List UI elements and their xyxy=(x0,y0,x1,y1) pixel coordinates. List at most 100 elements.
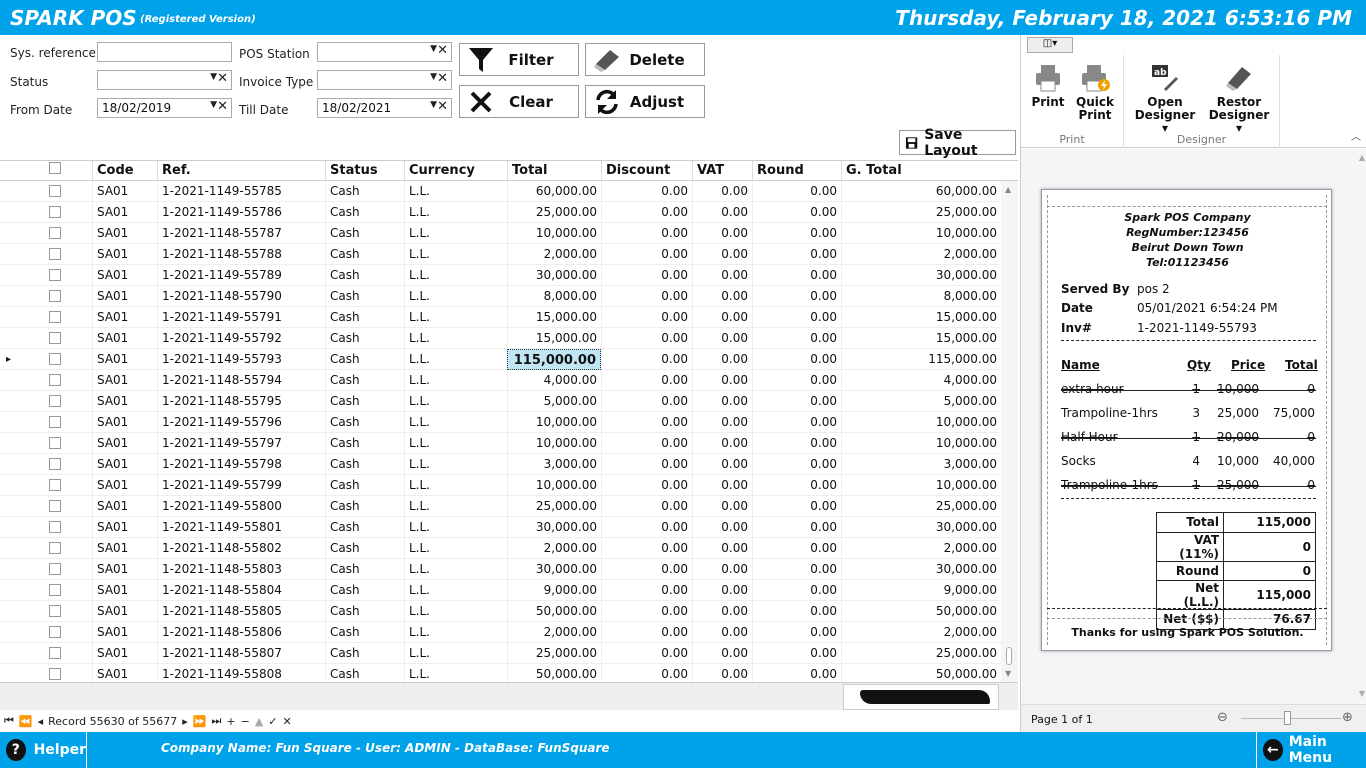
save-layout-button[interactable]: Save Layout xyxy=(899,127,1016,159)
delete-button[interactable]: Delete xyxy=(585,43,705,76)
cell-code[interactable]: SA01 xyxy=(92,286,157,307)
cancel-icon[interactable]: ✕ xyxy=(283,715,292,728)
clear-icon[interactable]: ✕ xyxy=(437,99,448,114)
cell-round[interactable]: 0.00 xyxy=(752,391,841,412)
table-row[interactable]: SA01 1-2021-1148-55788 Cash L.L. 2,000.00 0.0… xyxy=(0,244,1001,265)
cell-ref[interactable]: 1-2021-1149-55808 xyxy=(157,664,325,682)
cell-code[interactable]: SA01 xyxy=(92,412,157,433)
scroll-up-icon[interactable]: ▲ xyxy=(1359,153,1365,162)
col-header-discount[interactable]: Discount xyxy=(601,161,692,181)
cell-gtotal[interactable]: 30,000.00 xyxy=(841,265,1001,286)
cell-gtotal[interactable]: 10,000.00 xyxy=(841,475,1001,496)
cell-total[interactable]: 2,000.00 xyxy=(507,244,601,265)
cell-gtotal[interactable]: 25,000.00 xyxy=(841,496,1001,517)
cell-round[interactable]: 0.00 xyxy=(752,622,841,643)
prev-page-icon[interactable]: ⏪ xyxy=(19,715,33,728)
cell-currency[interactable]: L.L. xyxy=(404,286,507,307)
till-date-input[interactable]: 18/02/2021 ▼ ✕ xyxy=(317,98,452,118)
cell-ref[interactable]: 1-2021-1149-55798 xyxy=(157,454,325,475)
cell-discount[interactable]: 0.00 xyxy=(601,559,692,580)
cell-vat[interactable]: 0.00 xyxy=(692,517,752,538)
cell-total[interactable]: 2,000.00 xyxy=(507,538,601,559)
cell-code[interactable]: SA01 xyxy=(92,496,157,517)
cell-status[interactable]: Cash xyxy=(325,643,404,664)
cell-code[interactable]: SA01 xyxy=(92,433,157,454)
cell-currency[interactable]: L.L. xyxy=(404,538,507,559)
cell-code[interactable]: SA01 xyxy=(92,349,157,370)
last-record-icon[interactable]: ⏭ xyxy=(211,714,221,728)
cell-gtotal[interactable]: 10,000.00 xyxy=(841,433,1001,454)
table-row[interactable]: SA01 1-2021-1149-55799 Cash L.L. 10,000.00 0.… xyxy=(0,475,1001,496)
table-row[interactable]: SA01 1-2021-1148-55787 Cash L.L. 10,000.00 0.… xyxy=(0,223,1001,244)
cell-currency[interactable]: L.L. xyxy=(404,601,507,622)
row-checkbox[interactable] xyxy=(49,647,61,659)
cell-vat[interactable]: 0.00 xyxy=(692,475,752,496)
cell-currency[interactable]: L.L. xyxy=(404,454,507,475)
cell-total[interactable]: 10,000.00 xyxy=(507,223,601,244)
cell-currency[interactable]: L.L. xyxy=(404,496,507,517)
cell-vat[interactable]: 0.00 xyxy=(692,244,752,265)
cell-status[interactable]: Cash xyxy=(325,454,404,475)
pos-station-select[interactable]: ▼ ✕ xyxy=(317,42,452,62)
select-all-checkbox[interactable] xyxy=(49,162,61,174)
cell-round[interactable]: 0.00 xyxy=(752,580,841,601)
cell-round[interactable]: 0.00 xyxy=(752,475,841,496)
col-header-code[interactable]: Code xyxy=(92,161,157,181)
row-checkbox[interactable] xyxy=(49,605,61,617)
cell-discount[interactable]: 0.00 xyxy=(601,202,692,223)
cell-status[interactable]: Cash xyxy=(325,559,404,580)
row-checkbox[interactable] xyxy=(49,626,61,638)
cell-gtotal[interactable]: 10,000.00 xyxy=(841,223,1001,244)
cell-code[interactable]: SA01 xyxy=(92,538,157,559)
cell-total[interactable]: 15,000.00 xyxy=(507,328,601,349)
next-page-icon[interactable]: ⏩ xyxy=(193,715,207,728)
table-row[interactable]: SA01 1-2021-1148-55794 Cash L.L. 4,000.00 0.0… xyxy=(0,370,1001,391)
quick-print-button[interactable]: Quick Print xyxy=(1073,63,1117,122)
cell-currency[interactable]: L.L. xyxy=(404,265,507,286)
cell-currency[interactable]: L.L. xyxy=(404,391,507,412)
cell-vat[interactable]: 0.00 xyxy=(692,601,752,622)
cell-status[interactable]: Cash xyxy=(325,265,404,286)
cell-round[interactable]: 0.00 xyxy=(752,244,841,265)
cell-round[interactable]: 0.00 xyxy=(752,433,841,454)
clear-icon[interactable]: ✕ xyxy=(437,43,448,58)
cell-total[interactable]: 5,000.00 xyxy=(507,391,601,412)
table-row[interactable]: SA01 1-2021-1149-55791 Cash L.L. 15,000.00 0.… xyxy=(0,307,1001,328)
prev-record-icon[interactable]: ◂ xyxy=(38,715,44,728)
cell-round[interactable]: 0.00 xyxy=(752,307,841,328)
cell-total[interactable]: 30,000.00 xyxy=(507,517,601,538)
cell-ref[interactable]: 1-2021-1148-55806 xyxy=(157,622,325,643)
cell-ref[interactable]: 1-2021-1148-55787 xyxy=(157,223,325,244)
cell-currency[interactable]: L.L. xyxy=(404,580,507,601)
cell-discount[interactable]: 0.00 xyxy=(601,370,692,391)
scroll-down-icon[interactable]: ▼ xyxy=(1005,669,1011,678)
cell-gtotal[interactable]: 30,000.00 xyxy=(841,559,1001,580)
cell-ref[interactable]: 1-2021-1148-55805 xyxy=(157,601,325,622)
cell-code[interactable]: SA01 xyxy=(92,559,157,580)
cell-total[interactable]: 10,000.00 xyxy=(507,433,601,454)
ribbon-toggle-button[interactable]: ◫▾ xyxy=(1027,37,1073,53)
cell-currency[interactable]: L.L. xyxy=(404,433,507,454)
clear-icon[interactable]: ✕ xyxy=(217,71,228,86)
table-row[interactable]: SA01 1-2021-1148-55795 Cash L.L. 5,000.00 0.0… xyxy=(0,391,1001,412)
cell-code[interactable]: SA01 xyxy=(92,601,157,622)
clear-icon[interactable]: ✕ xyxy=(217,99,228,114)
cell-currency[interactable]: L.L. xyxy=(404,664,507,682)
cell-discount[interactable]: 0.00 xyxy=(601,538,692,559)
cell-code[interactable]: SA01 xyxy=(92,181,157,202)
chevron-down-icon[interactable]: ▼ xyxy=(210,72,217,82)
remove-record-icon[interactable]: − xyxy=(241,715,250,728)
cell-status[interactable]: Cash xyxy=(325,244,404,265)
cell-gtotal[interactable]: 2,000.00 xyxy=(841,622,1001,643)
main-menu-button[interactable]: ← Main Menu xyxy=(1256,732,1366,768)
cell-status[interactable]: Cash xyxy=(325,223,404,244)
cell-vat[interactable]: 0.00 xyxy=(692,664,752,682)
cell-code[interactable]: SA01 xyxy=(92,391,157,412)
cell-discount[interactable]: 0.00 xyxy=(601,601,692,622)
table-row[interactable]: SA01 1-2021-1149-55789 Cash L.L. 30,000.00 0.… xyxy=(0,265,1001,286)
cell-currency[interactable]: L.L. xyxy=(404,412,507,433)
cell-currency[interactable]: L.L. xyxy=(404,202,507,223)
record-navigator[interactable]: ⏮ ⏪ ◂ Record 55630 of 55677 ▸ ⏩ ⏭ + − ▲ … xyxy=(0,712,300,730)
sys-reference-input[interactable] xyxy=(97,42,232,62)
cell-total[interactable]: 9,000.00 xyxy=(507,580,601,601)
